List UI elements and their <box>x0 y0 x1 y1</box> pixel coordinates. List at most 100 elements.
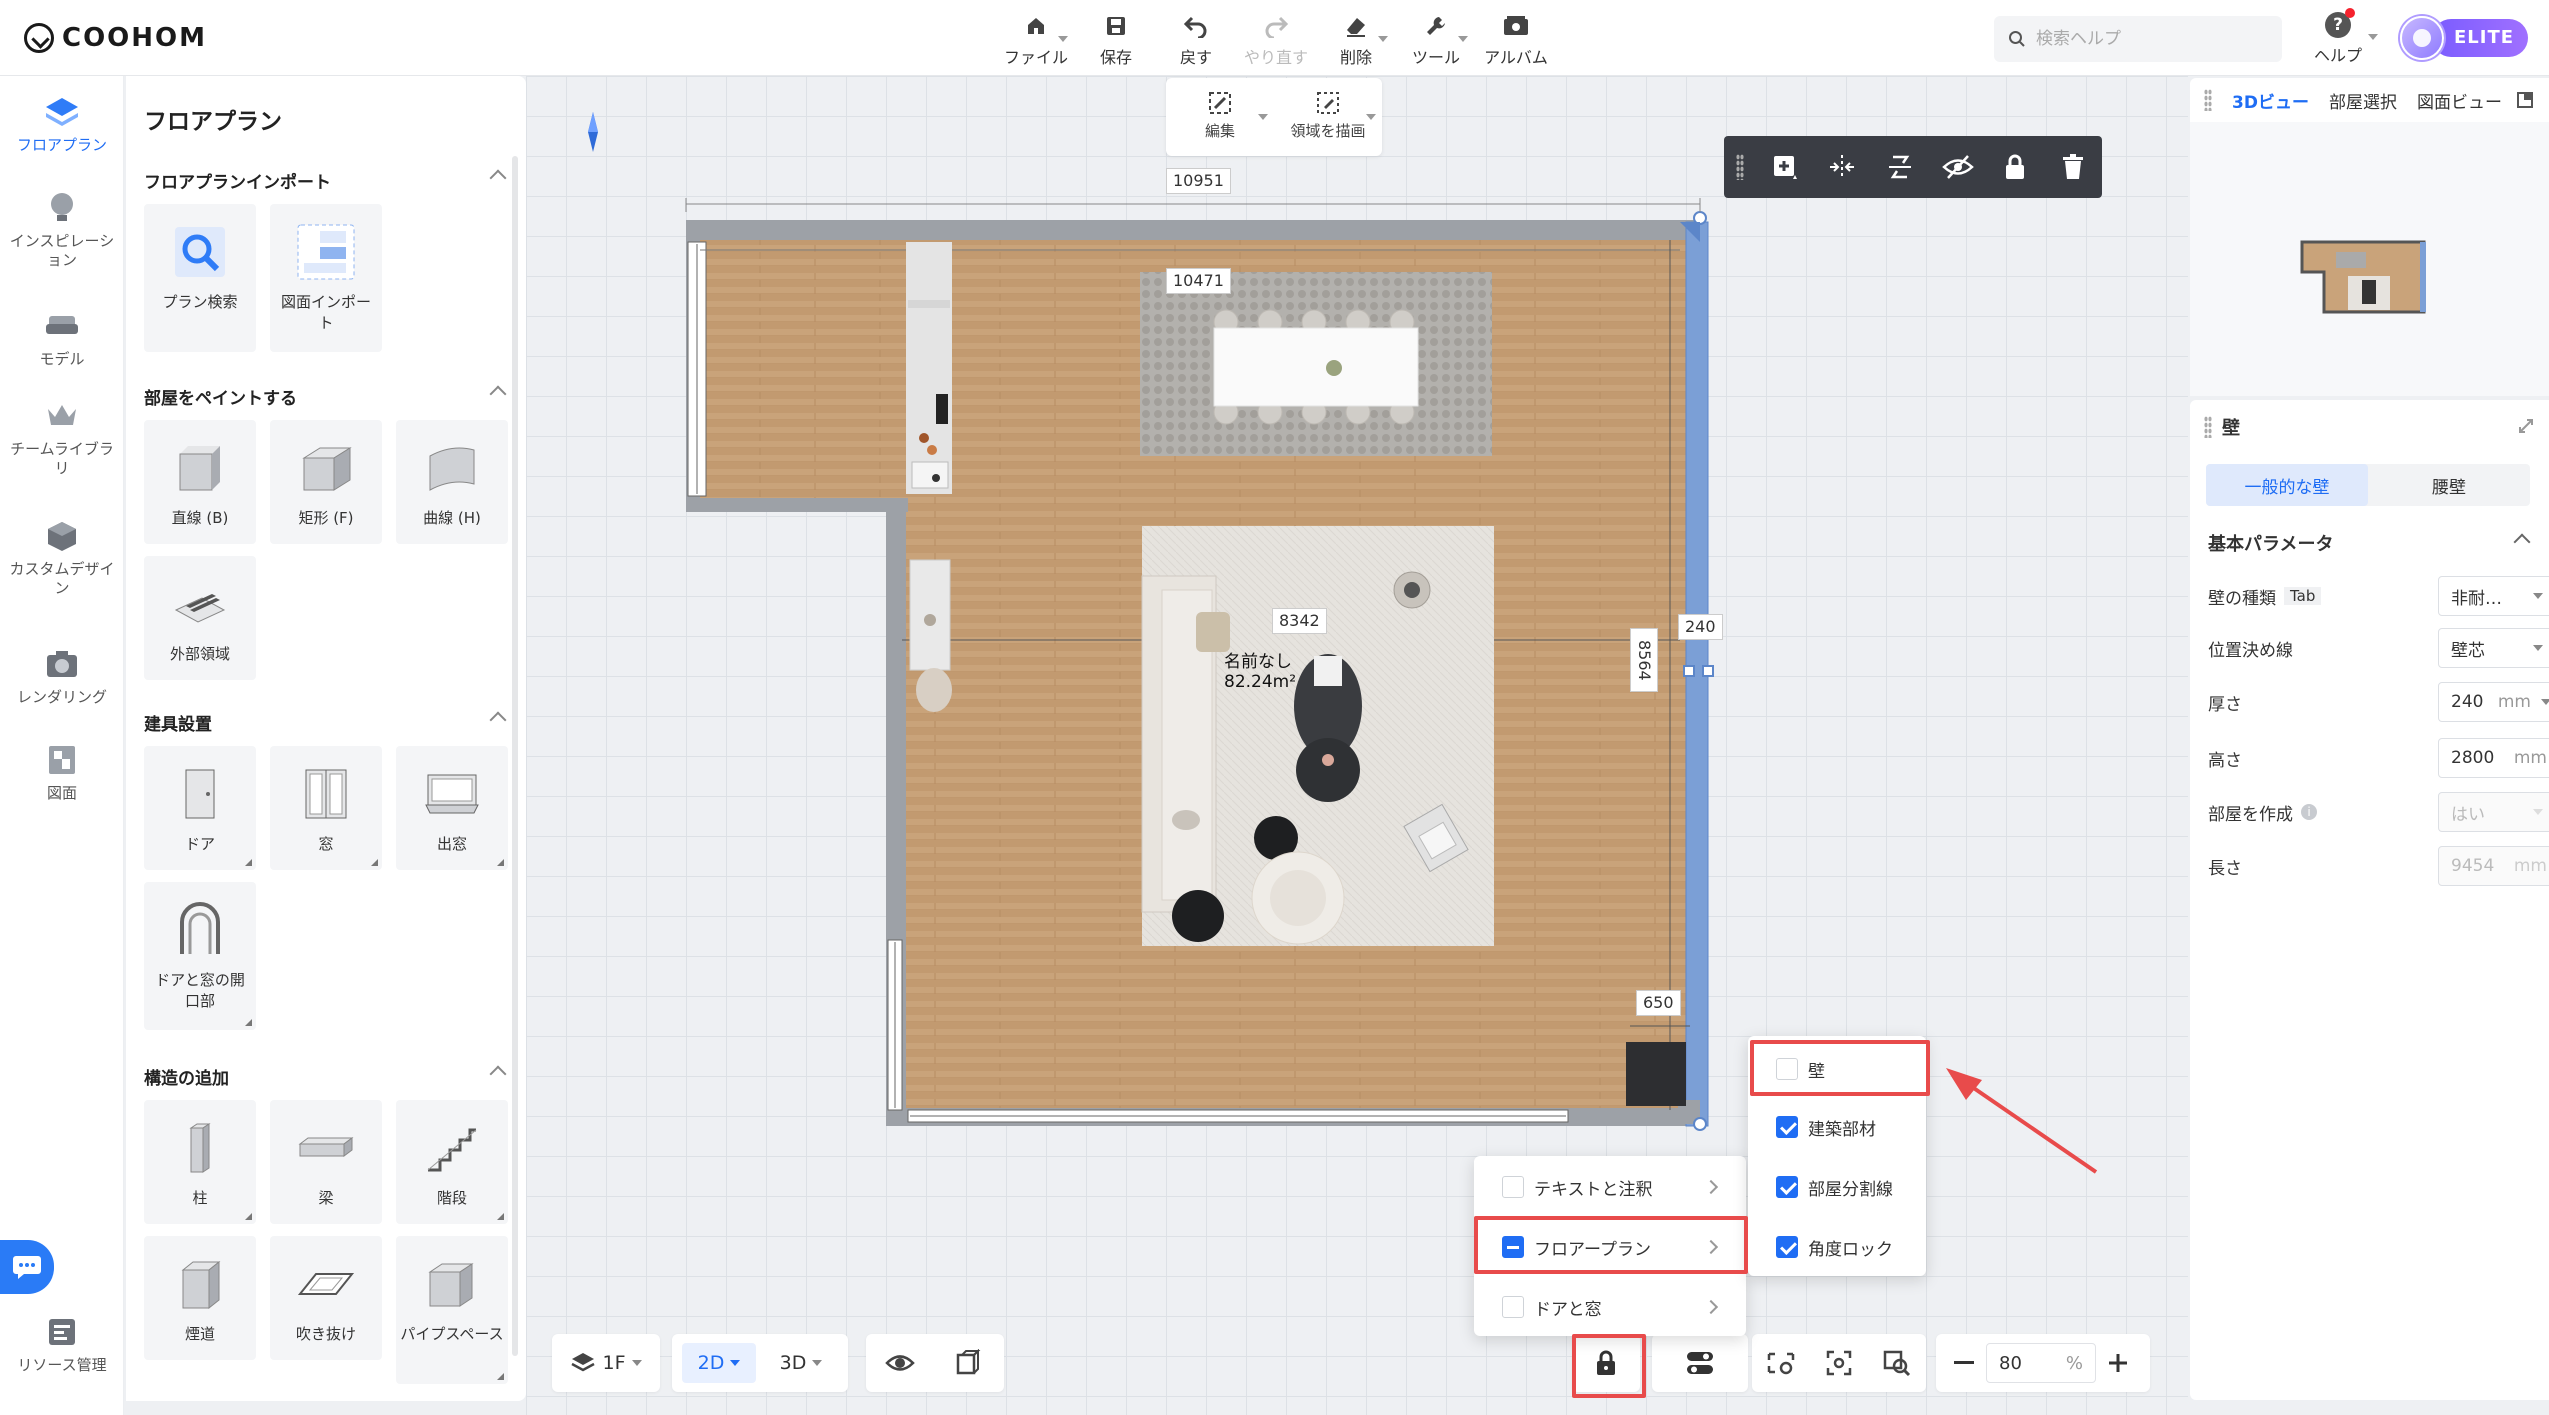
album-button[interactable]: アルバム <box>1476 8 1556 70</box>
checkbox-unchecked[interactable] <box>1502 1176 1524 1198</box>
thickness-input[interactable]: 240 mm <box>2438 682 2549 722</box>
visibility-button[interactable] <box>866 1334 934 1392</box>
corner-cabinet[interactable] <box>1626 1042 1686 1106</box>
nav-team-library[interactable]: チームライブラリ <box>0 396 124 478</box>
section-header-fixtures[interactable]: 建具設置 <box>144 710 507 735</box>
delete-button[interactable]: 削除 <box>1316 8 1396 70</box>
dining-table[interactable] <box>1213 327 1419 407</box>
undo-button[interactable]: 戻す <box>1156 8 1236 70</box>
tab-room-select[interactable]: 部屋選択 <box>2329 88 2397 113</box>
help-button[interactable]: ? ヘルプ <box>2306 8 2370 68</box>
zoom-selection-button[interactable] <box>1868 1334 1926 1392</box>
fit-view-button[interactable] <box>1810 1334 1868 1392</box>
dimension-inner-width[interactable]: 8342 <box>1272 608 1327 634</box>
zoom-input[interactable]: 80 % <box>1986 1343 2096 1383</box>
window-card[interactable]: 窓 <box>270 746 382 870</box>
straight-room-card[interactable]: 直線 (B) <box>144 420 256 544</box>
nav-model[interactable]: モデル <box>0 306 124 369</box>
checkbox-checked[interactable] <box>1776 1116 1798 1138</box>
dimension-wall-thickness[interactable]: 240 <box>1678 614 1723 640</box>
chevron-down-icon[interactable] <box>2368 34 2378 40</box>
section-header-paint-room[interactable]: 部屋をペイントする <box>144 384 507 409</box>
nav-drawing[interactable]: 図面 <box>0 740 124 803</box>
info-icon[interactable]: i <box>2301 804 2317 820</box>
help-search[interactable] <box>1994 16 2282 62</box>
door-card[interactable]: ドア <box>144 746 256 870</box>
void-card[interactable]: 吹き抜け <box>270 1236 382 1360</box>
lock-menu-item-doors-windows[interactable]: ドアと窓 <box>1474 1278 1746 1336</box>
height-input[interactable]: 2800 mm <box>2438 738 2549 778</box>
nav-inspiration[interactable]: インスピレーション <box>0 188 124 270</box>
redo-button[interactable]: やり直す <box>1236 8 1316 70</box>
opening-card[interactable]: ドアと窓の開口部 <box>144 882 256 1030</box>
nav-custom-design[interactable]: カスタムデザイン <box>0 516 124 598</box>
cad-import-icon <box>296 222 356 282</box>
lock-submenu-item-angle-lock[interactable]: 角度ロック <box>1748 1218 1926 1276</box>
logo[interactable]: COOHOM <box>24 20 207 56</box>
checkbox-unchecked[interactable] <box>1502 1296 1524 1318</box>
section-basic-params[interactable]: 基本パラメータ <box>2208 530 2531 556</box>
pipe-space-card[interactable]: パイプスペース <box>396 1236 508 1384</box>
avatar[interactable] <box>2400 16 2444 60</box>
view-2d-button[interactable]: 2D <box>682 1343 756 1383</box>
nav-floorplan[interactable]: フロアプラン <box>0 92 124 155</box>
dimension-top-inner[interactable]: 10471 <box>1166 268 1231 294</box>
zoom-area-icon <box>1883 1350 1911 1377</box>
popout-icon[interactable] <box>2516 91 2534 109</box>
length-input: 9454 mm <box>2438 846 2549 886</box>
lock-menu-item-text[interactable]: テキストと注釈 <box>1474 1158 1746 1216</box>
search-input[interactable] <box>2036 29 2256 49</box>
minimap[interactable] <box>2190 122 2549 396</box>
beam-card[interactable]: 梁 <box>270 1100 382 1224</box>
save-button[interactable]: 保存 <box>1076 8 1156 70</box>
nav-rendering[interactable]: レンダリング <box>0 644 124 707</box>
dimension-wall-height[interactable]: 8564 <box>1630 628 1658 692</box>
cube-icon <box>956 1349 981 1375</box>
floor-dropdown[interactable]: 1F <box>552 1334 660 1392</box>
panel-title: フロアプラン <box>144 109 282 135</box>
column-card[interactable]: 柱 <box>144 1100 256 1224</box>
tab-drawing-view[interactable]: 図面ビュー <box>2417 88 2502 113</box>
kitchen-counter[interactable] <box>906 242 952 494</box>
coffee-table-round[interactable] <box>1296 738 1360 802</box>
view-3d-button[interactable]: 3D <box>764 1334 838 1392</box>
lock-submenu-item-room-divider[interactable]: 部屋分割線 <box>1748 1158 1926 1216</box>
wall-type-select[interactable]: 非耐… <box>2438 576 2549 616</box>
tab-half-wall[interactable]: 腰壁 <box>2368 464 2530 506</box>
tab-general-wall[interactable]: 一般的な壁 <box>2206 464 2368 506</box>
panel-scrollbar[interactable] <box>512 156 518 1356</box>
outdoor-area-card[interactable]: 外部領域 <box>144 556 256 680</box>
bay-window-card[interactable]: 出窓 <box>396 746 508 870</box>
3d-box-button[interactable] <box>934 1334 1002 1392</box>
expand-icon[interactable] <box>2518 418 2534 434</box>
user-menu[interactable]: ELITE <box>2400 16 2529 60</box>
dimension-top-outer[interactable]: 10951 <box>1166 168 1231 194</box>
stairs-card[interactable]: 階段 <box>396 1100 508 1224</box>
chat-button[interactable] <box>0 1240 54 1294</box>
file-button[interactable]: ファイル <box>996 8 1076 70</box>
drag-handle-icon[interactable] <box>2204 89 2212 111</box>
tab-3d-view[interactable]: 3Dビュー <box>2232 88 2309 113</box>
toggle-settings-button[interactable] <box>1652 1334 1748 1392</box>
checkbox-checked[interactable] <box>1776 1236 1798 1258</box>
section-header-structure[interactable]: 構造の追加 <box>144 1064 507 1089</box>
location-line-select[interactable]: 壁芯 <box>2438 628 2549 668</box>
room-label[interactable]: 名前なし 82.24m² <box>1224 652 1296 692</box>
drawing-import-card[interactable]: 図面インポート <box>270 204 382 352</box>
view-settings-button[interactable] <box>1752 1334 1810 1392</box>
curve-room-card[interactable]: 曲線 (H) <box>396 420 508 544</box>
zoom-out-button[interactable] <box>1942 1334 1986 1392</box>
tools-button[interactable]: ツール <box>1396 8 1476 70</box>
zoom-in-button[interactable] <box>2096 1334 2140 1392</box>
nav-resource-management[interactable]: リソース管理 <box>0 1312 124 1375</box>
drag-handle-icon[interactable] <box>2204 416 2212 438</box>
dimension-bottom-right[interactable]: 650 <box>1636 990 1681 1016</box>
rectangle-room-card[interactable]: 矩形 (F) <box>270 420 382 544</box>
stool-2[interactable] <box>1172 890 1224 942</box>
chevron-down-icon[interactable] <box>2541 699 2549 705</box>
lock-submenu-item-building-parts[interactable]: 建築部材 <box>1748 1098 1926 1156</box>
plan-search-card[interactable]: プラン検索 <box>144 204 256 352</box>
checkbox-checked[interactable] <box>1776 1176 1798 1198</box>
section-header-import[interactable]: フロアプランインポート <box>144 168 507 193</box>
flue-card[interactable]: 煙道 <box>144 1236 256 1360</box>
